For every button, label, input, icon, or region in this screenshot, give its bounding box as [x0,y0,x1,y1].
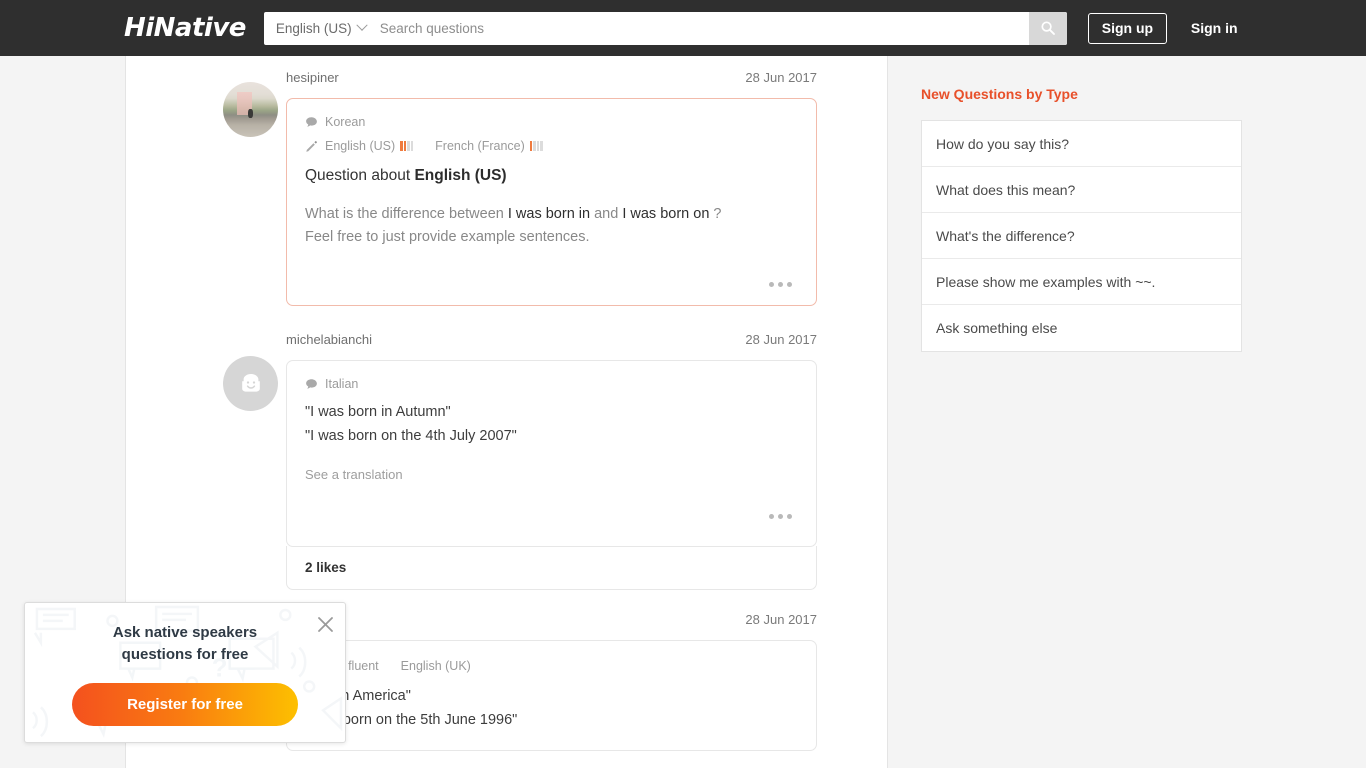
avatar[interactable] [223,356,278,412]
promo-title-line-2: questions for free [121,645,249,663]
post-date: 28 Jun 2017 [745,332,817,348]
answer-card-body: Italian "I was born in Autumn" "I was bo… [287,361,816,486]
signup-button[interactable]: Sign up [1087,12,1167,44]
answer-card: Italian "I was born in Autumn" "I was bo… [286,360,817,548]
language-selector-label: English (US) [275,20,352,36]
question-body-part-3: ? [709,206,722,222]
post-meta: 28 Jun 2017 [286,612,887,640]
sidebar-item-what-does-this-mean[interactable]: What does this mean? [922,167,1241,213]
sidebar-item-label: Ask something else [936,320,1058,336]
close-promo-button[interactable] [314,613,336,635]
site-header: HiNative English (US) Sign up Sign in [0,0,1366,56]
question-body-part-4: Feel free to just provide example senten… [305,229,590,246]
question-body-highlight-1: I was born in [507,206,591,222]
sidebar-item-label: What does this mean? [936,181,1076,198]
question-body-part-1: What is the difference between [305,206,508,222]
sidebar: New Questions by Type How do you say thi… [905,56,1265,352]
answer-line-1: "I was born in Autumn" [305,404,451,421]
question-post: hesipiner 28 Jun 2017 Korean English (US… [126,56,887,307]
post-date: 28 Jun 2017 [745,70,817,85]
learning-language-0-label: English (US) [325,139,396,153]
question-title-language: English (US) [414,167,507,184]
promo-title-line-1: Ask native speakers [112,624,258,641]
answer-card: ic Near fluent English (UK) born in Amer… [286,640,817,752]
question-title-prefix: Question about [305,167,415,184]
learning-language-second: English (UK) [400,659,471,674]
sidebar-item-ask-something-else[interactable]: Ask something else [922,305,1241,351]
sidebar-item-show-examples[interactable]: Please show me examples with ~~. [922,259,1241,305]
post-username[interactable]: hesipiner [286,70,339,85]
learning-line: ic Near fluent English (UK) [305,659,798,673]
speech-bubble-icon [305,378,318,391]
question-body-part-2: and [590,206,623,222]
answer-card-body: ic Near fluent English (UK) born in Amer… [287,641,816,732]
search-button[interactable] [1028,11,1067,45]
learning-line: English (US) French (France) [305,139,798,153]
promo-title: Ask native speakers questions for free [61,622,309,666]
register-promo-modal: ? ? Ask native speakers questions for fr… [24,602,346,743]
post-username[interactable]: michelabianchi [286,332,372,347]
learning-language-0: English (US) [325,139,414,153]
pencil-icon [305,140,318,153]
post-meta: michelabianchi 28 Jun 2017 [286,332,887,360]
language-selector[interactable]: English (US) [264,12,376,45]
speaks-line: Korean [305,115,798,129]
speaks-language: Korean [325,115,366,129]
answer-card-footer [287,486,816,546]
sidebar-item-label: Please show me examples with ~~. [936,273,1156,290]
search-icon [1041,21,1055,35]
close-icon [317,616,333,632]
avatar-default-icon [223,356,278,412]
learning-language-1-label: French (France) [435,139,525,153]
avatar[interactable] [223,82,278,137]
learning-language-1: French (France) [435,139,543,153]
search-bar: English (US) [263,11,1067,45]
see-translation-link[interactable]: See a translation [305,467,403,482]
sidebar-item-whats-the-difference[interactable]: What's the difference? [922,213,1241,259]
question-card-footer [287,263,816,305]
answer-post: michelabianchi 28 Jun 2017 Italian "I wa… [126,332,887,591]
site-logo[interactable]: HiNative [124,13,246,43]
avatar-photo [223,82,278,137]
new-questions-by-type-list: How do you say this? What does this mean… [921,120,1242,352]
question-body: What is the difference between I was bor… [305,203,798,249]
ellipsis-icon[interactable] [763,508,798,525]
chevron-down-icon [356,19,368,31]
register-for-free-button[interactable]: Register for free [72,682,298,726]
sidebar-title: New Questions by Type [921,86,1078,102]
speaks-language: Italian [325,377,359,392]
post-meta: hesipiner 28 Jun 2017 [286,70,887,98]
proficiency-bars-0 [400,141,414,151]
answer-body: "I was born in Autumn" "I was born on th… [305,401,798,448]
proficiency-bars-1 [529,141,543,151]
ellipsis-icon[interactable] [763,276,798,293]
speech-bubble-icon [305,116,318,129]
question-card: Korean English (US) French (France) Ques… [286,98,817,307]
sidebar-item-how-do-you-say[interactable]: How do you say this? [922,121,1241,167]
search-input[interactable] [375,11,1029,45]
question-body-highlight-2: I was born on [622,206,710,222]
likes-strip[interactable]: 2 likes [286,546,817,591]
question-card-body: Korean English (US) French (France) Ques… [287,99,816,249]
sidebar-item-label: What's the difference? [936,227,1075,244]
signin-link[interactable]: Sign in [1191,20,1238,36]
question-title: Question about English (US) [305,167,798,185]
answer-body: born in America" I was born on the 5th J… [305,685,798,732]
speaks-line: Italian [305,377,798,391]
sidebar-item-label: How do you say this? [936,135,1070,152]
post-date: 28 Jun 2017 [745,612,817,628]
answer-line-2: "I was born on the 4th July 2007" [305,427,517,444]
likes-count-label: 2 likes [305,560,347,576]
